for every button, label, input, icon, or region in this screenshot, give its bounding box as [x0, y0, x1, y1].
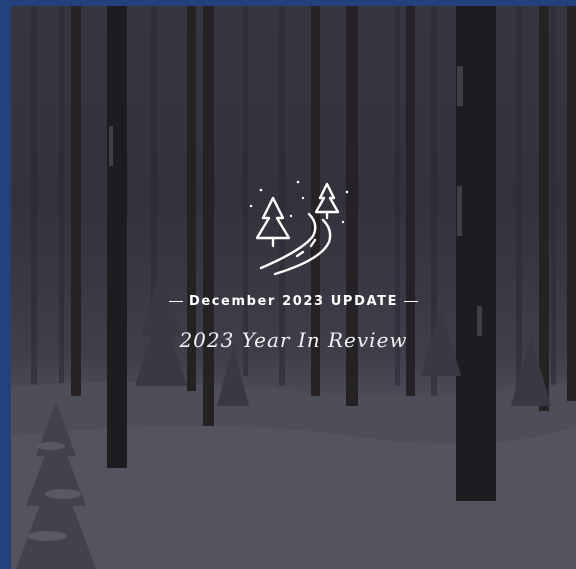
right-dash — [404, 300, 419, 303]
forest-road-icon — [249, 180, 349, 276]
kicker-text: December 2023 UPDATE — [188, 294, 399, 309]
dark-overlay — [11, 6, 576, 569]
year-in-review-title: 2023 Year In Review — [179, 328, 408, 352]
update-kicker: December 2023 UPDATE — [11, 294, 576, 309]
left-dash — [168, 300, 183, 303]
page-frame: December 2023 UPDATE 2023 Year In Review — [0, 0, 576, 569]
hero-banner: December 2023 UPDATE 2023 Year In Review — [11, 6, 576, 569]
